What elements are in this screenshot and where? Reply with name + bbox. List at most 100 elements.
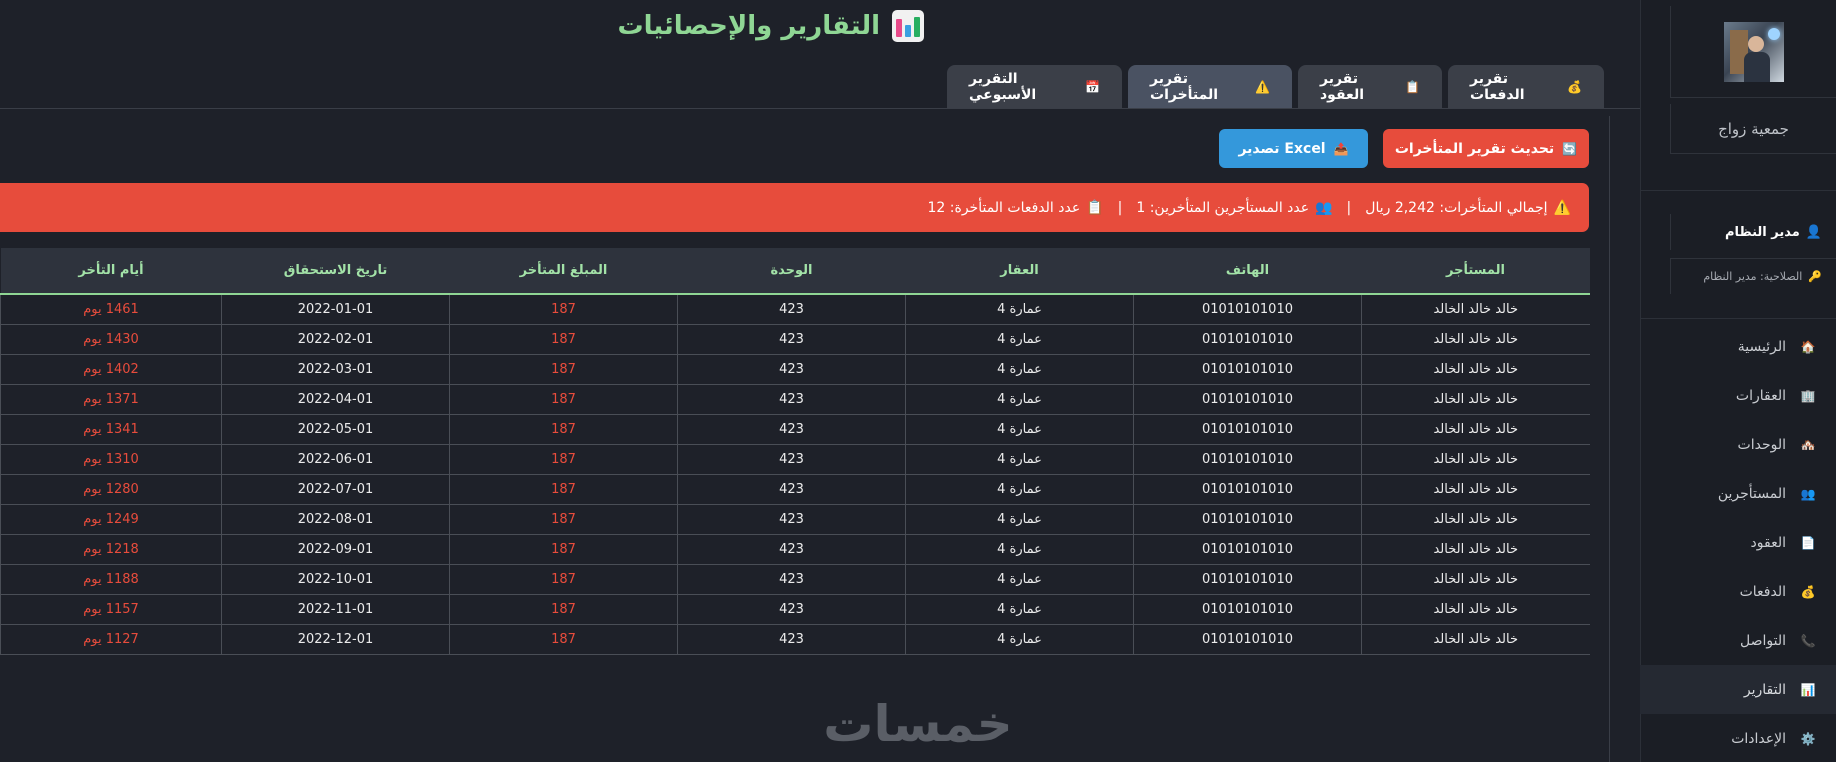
avatar[interactable]: [1723, 21, 1784, 82]
cell-property: عمارة 4: [905, 534, 1134, 565]
cell-property: عمارة 4: [905, 564, 1134, 595]
column-header-days-late[interactable]: أيام التأخر: [0, 248, 222, 295]
export-icon: 📤: [1333, 141, 1349, 156]
avatar-container: [1670, 6, 1836, 98]
cell-days-late: 1461 يوم: [0, 294, 222, 325]
warning-icon: ⚠️: [1553, 199, 1571, 216]
table-row[interactable]: خالد خالد الخالد 01010101010 عمارة 4 423 187…: [0, 474, 1590, 505]
report-tabs: 💰 تقرير الدفعات 📋 تقرير العقود ⚠️ تقرير …: [947, 65, 1604, 109]
cell-due-date: 2022-08-01: [221, 504, 450, 535]
cell-days-late: 1249 يوم: [0, 504, 222, 535]
calendar-icon: 📅: [1085, 80, 1100, 94]
cell-due-date: 2022-07-01: [221, 474, 450, 505]
cell-days-late: 1127 يوم: [0, 624, 222, 655]
cell-tenant: خالد خالد الخالد: [1361, 414, 1590, 445]
document-icon: 📄: [1800, 535, 1816, 550]
sidebar-item-contact[interactable]: التواصل 📞: [1640, 616, 1836, 665]
cell-unit: 423: [677, 384, 906, 415]
sidebar-item-label: المستأجرين: [1717, 485, 1786, 502]
sidebar-divider: [1640, 318, 1836, 319]
table-row[interactable]: خالد خالد الخالد 01010101010 عمارة 4 423 187…: [0, 384, 1590, 415]
sidebar-item-units[interactable]: الوحدات 🏘️: [1640, 420, 1836, 469]
sidebar-item-label: الوحدات: [1737, 436, 1786, 453]
cell-tenant: خالد خالد الخالد: [1361, 594, 1590, 625]
page-title: التقارير والإحصائيات: [617, 6, 924, 46]
cell-due-date: 2022-02-01: [221, 324, 450, 355]
tab-label: تقرير المتأخرات: [1150, 71, 1219, 103]
sidebar-item-label: الرئيسية: [1737, 338, 1786, 355]
sidebar-item-payments[interactable]: الدفعات 💰: [1640, 567, 1836, 616]
cell-due-date: 2022-03-01: [221, 354, 450, 385]
sidebar-menu: الرئيسية 🏠 العقارات 🏢 الوحدات 🏘️ المستأجرين 👥 ال…: [1640, 322, 1836, 762]
tab-label: تقرير الدفعات: [1470, 71, 1525, 103]
sidebar-item-home[interactable]: الرئيسية 🏠: [1640, 322, 1836, 371]
tab-label: تقرير العقود: [1320, 71, 1364, 103]
table-row[interactable]: خالد خالد الخالد 01010101010 عمارة 4 423 187…: [0, 564, 1590, 595]
table-row[interactable]: خالد خالد الخالد 01010101010 عمارة 4 423 187…: [0, 354, 1590, 385]
sidebar-item-contracts[interactable]: العقود 📄: [1640, 518, 1836, 567]
content-border: [1609, 116, 1610, 762]
cell-tenant: خالد خالد الخالد: [1361, 504, 1590, 535]
cell-unit: 423: [677, 444, 906, 475]
cell-phone: 01010101010: [1133, 324, 1362, 355]
cell-unit: 423: [677, 594, 906, 625]
column-header-property[interactable]: العقار: [905, 248, 1134, 295]
export-excel-button[interactable]: 📤 تصدير Excel: [1219, 129, 1368, 168]
table-row[interactable]: خالد خالد الخالد 01010101010 عمارة 4 423 187…: [0, 624, 1590, 655]
table-row[interactable]: خالد خالد الخالد 01010101010 عمارة 4 423 187…: [0, 294, 1590, 325]
sidebar-item-properties[interactable]: العقارات 🏢: [1640, 371, 1836, 420]
cell-late-amount: 187: [449, 474, 678, 505]
cell-due-date: 2022-09-01: [221, 534, 450, 565]
column-header-due-date[interactable]: تاريخ الاستحقاق: [221, 248, 450, 295]
cell-due-date: 2022-10-01: [221, 564, 450, 595]
arrears-table: المستأجر الهاتف العقار الوحدة المبلغ الم…: [0, 248, 1590, 655]
cell-due-date: 2022-01-01: [221, 294, 450, 325]
app-root: التقارير والإحصائيات 💰 تقرير الدفعات 📋 ت…: [0, 0, 1836, 762]
cell-due-date: 2022-06-01: [221, 444, 450, 475]
tab-label: التقرير الأسبوعي: [969, 71, 1037, 103]
tab-payments-report[interactable]: 💰 تقرير الدفعات: [1448, 65, 1604, 109]
sidebar: جمعية زواج مدير النظام 👤 الصلاحية: مدير …: [1640, 0, 1836, 762]
table-row[interactable]: خالد خالد الخالد 01010101010 عمارة 4 423 187…: [0, 444, 1590, 475]
column-header-phone[interactable]: الهاتف: [1133, 248, 1362, 295]
cell-unit: 423: [677, 504, 906, 535]
user-icon: 👤: [1805, 224, 1822, 240]
cell-due-date: 2022-11-01: [221, 594, 450, 625]
tab-arrears-report[interactable]: ⚠️ تقرير المتأخرات: [1128, 65, 1292, 109]
table-row[interactable]: خالد خالد الخالد 01010101010 عمارة 4 423 187…: [0, 414, 1590, 445]
cell-phone: 01010101010: [1133, 294, 1362, 325]
cell-property: عمارة 4: [905, 504, 1134, 535]
payments-count-text: عدد الدفعات المتأخرة: 12: [927, 199, 1081, 216]
sidebar-item-reports[interactable]: التقارير 📊: [1640, 665, 1836, 714]
refresh-arrears-button[interactable]: 🔄 تحديث تقرير المتأخرات: [1383, 129, 1589, 168]
cell-unit: 423: [677, 354, 906, 385]
cell-phone: 01010101010: [1133, 444, 1362, 475]
tabs-divider: [0, 108, 1640, 109]
column-header-tenant[interactable]: المستأجر: [1361, 248, 1590, 295]
tab-weekly-report[interactable]: 📅 التقرير الأسبوعي: [947, 65, 1122, 109]
cell-tenant: خالد خالد الخالد: [1361, 384, 1590, 415]
cell-phone: 01010101010: [1133, 474, 1362, 505]
cell-property: عمارة 4: [905, 444, 1134, 475]
table-row[interactable]: خالد خالد الخالد 01010101010 عمارة 4 423 187…: [0, 324, 1590, 355]
cell-unit: 423: [677, 564, 906, 595]
users-icon: 👥: [1315, 199, 1333, 216]
tab-contracts-report[interactable]: 📋 تقرير العقود: [1298, 65, 1442, 109]
table-row[interactable]: خالد خالد الخالد 01010101010 عمارة 4 423 187…: [0, 504, 1590, 535]
cell-due-date: 2022-05-01: [221, 414, 450, 445]
cell-late-amount: 187: [449, 414, 678, 445]
cell-phone: 01010101010: [1133, 534, 1362, 565]
cell-days-late: 1430 يوم: [0, 324, 222, 355]
cell-phone: 01010101010: [1133, 594, 1362, 625]
table-row[interactable]: خالد خالد الخالد 01010101010 عمارة 4 423 187…: [0, 594, 1590, 625]
column-header-unit[interactable]: الوحدة: [677, 248, 906, 295]
sidebar-item-settings[interactable]: الإعدادات ⚙️: [1640, 714, 1836, 762]
separator: |: [1346, 199, 1352, 216]
column-header-late-amount[interactable]: المبلغ المتأخر: [449, 248, 678, 295]
sidebar-item-label: العقود: [1750, 534, 1786, 551]
user-permission: الصلاحية: مدير النظام 🔑: [1670, 258, 1836, 294]
late-tenants-count-text: عدد المستأجرين المتأخرين: 1: [1136, 199, 1310, 216]
cell-days-late: 1280 يوم: [0, 474, 222, 505]
table-row[interactable]: خالد خالد الخالد 01010101010 عمارة 4 423 187…: [0, 534, 1590, 565]
sidebar-item-tenants[interactable]: المستأجرين 👥: [1640, 469, 1836, 518]
